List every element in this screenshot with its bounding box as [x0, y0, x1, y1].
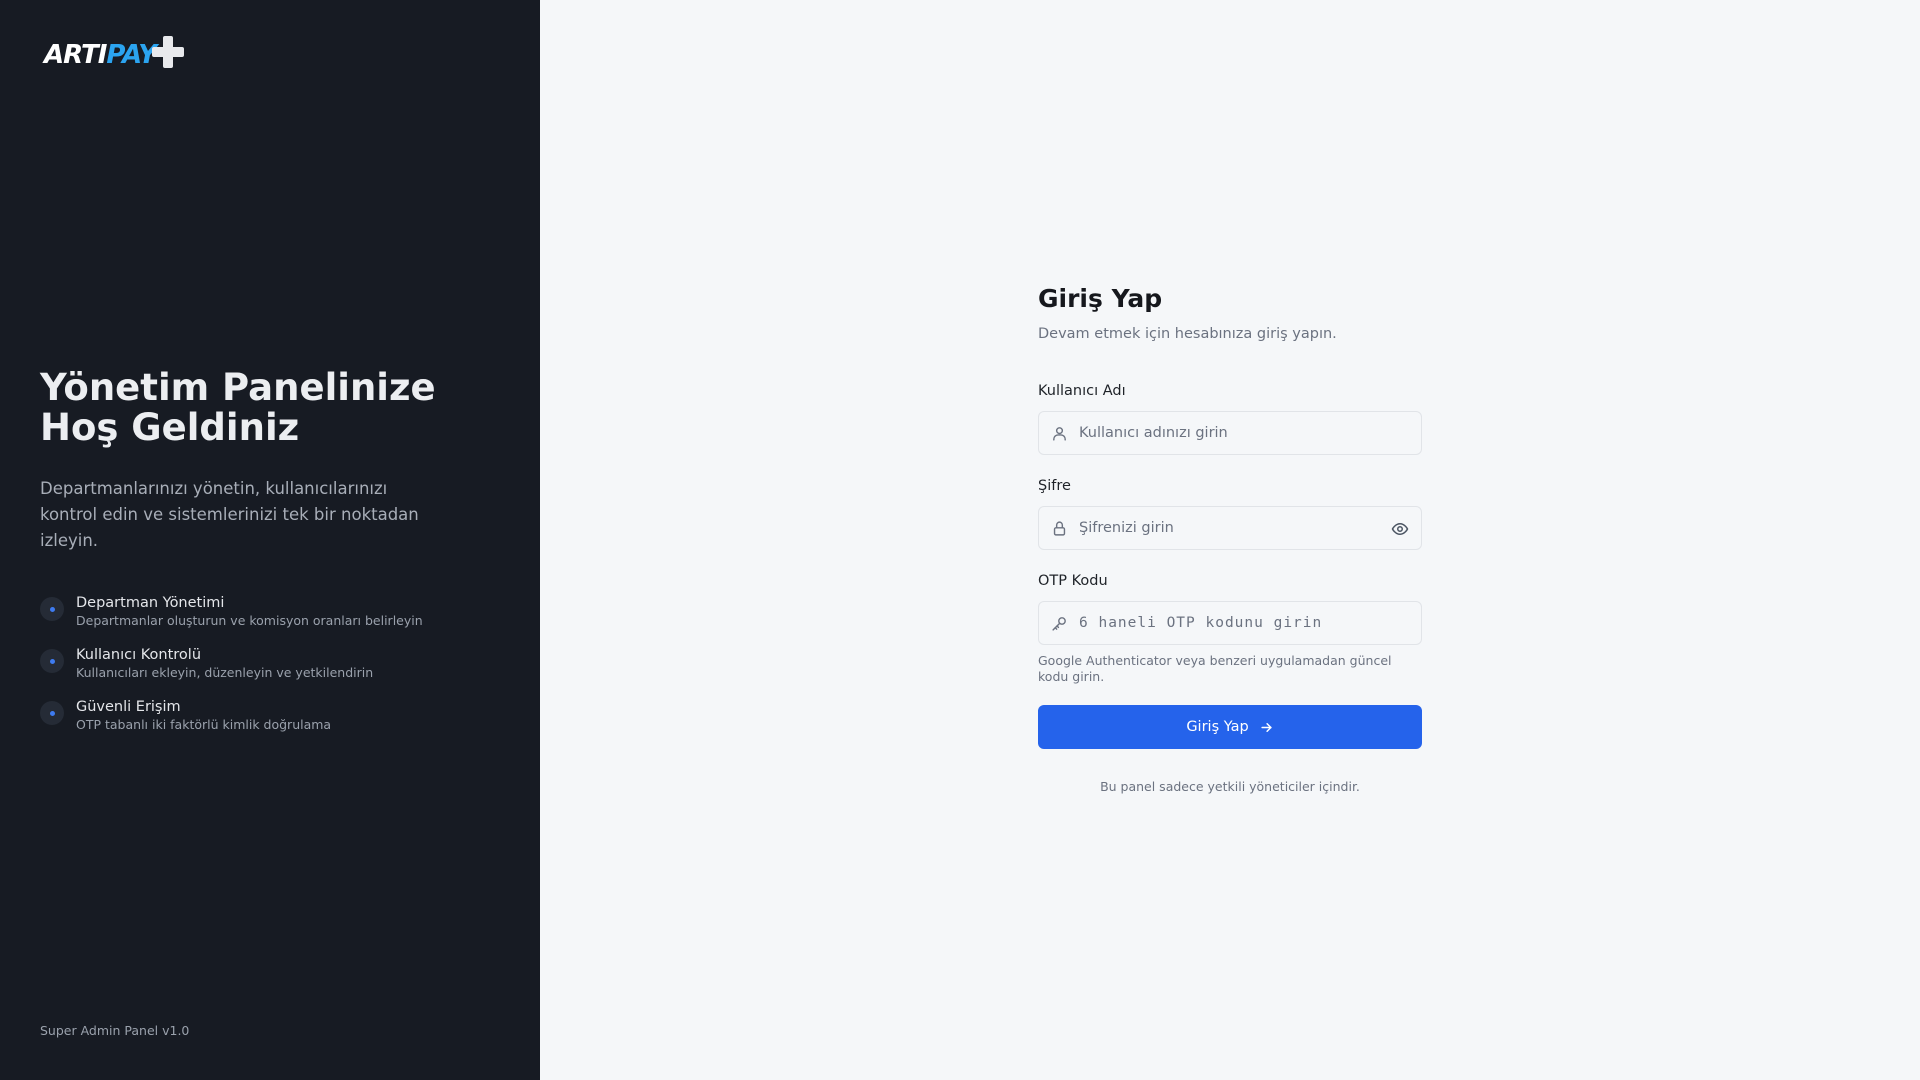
- artipay-logo: ARTIPAY: [44, 36, 185, 70]
- eye-icon[interactable]: [1391, 520, 1409, 538]
- welcome-title: Yönetim Panelinize Hoş Geldiniz: [40, 366, 436, 449]
- username-group: Kullanıcı Adı: [1038, 380, 1422, 455]
- login-form: Giriş Yap Devam etmek için hesabınıza gi…: [1038, 282, 1422, 794]
- password-field: [1038, 506, 1422, 550]
- login-button-label: Giriş Yap: [1186, 719, 1249, 735]
- login-subtitle: Devam etmek için hesabınıza giriş yapın.: [1038, 326, 1337, 342]
- otp-input[interactable]: [1039, 602, 1421, 644]
- logo-text-part1: ARTI: [44, 40, 107, 70]
- feature-title: Departman Yönetimi: [76, 595, 225, 611]
- otp-hint: Google Authenticator veya benzeri uygula…: [1038, 653, 1392, 684]
- username-field: [1038, 411, 1422, 455]
- otp-field: [1038, 601, 1422, 645]
- otp-label: OTP Kodu: [1038, 573, 1108, 589]
- arrow-right-icon: [1261, 722, 1272, 732]
- feature-list: Departman Yönetimi Departmanlar oluşturu…: [40, 594, 423, 750]
- feature-item: Departman Yönetimi Departmanlar oluşturu…: [40, 594, 423, 646]
- lock-icon: [1053, 521, 1066, 536]
- welcome-description: Departmanlarınızı yönetin, kullanıcıları…: [40, 479, 419, 550]
- login-button[interactable]: Giriş Yap: [1038, 705, 1422, 749]
- logo-text-part2: PAY: [106, 40, 157, 70]
- logo-plus-icon: [152, 36, 185, 68]
- sidebar-panel: ARTIPAY Yönetim Panelinize Hoş Geldiniz …: [0, 0, 540, 1080]
- username-label: Kullanıcı Adı: [1038, 383, 1126, 399]
- user-icon: [1053, 427, 1066, 441]
- feature-title: Kullanıcı Kontrolü: [76, 647, 202, 663]
- password-label: Şifre: [1038, 478, 1071, 494]
- feature-subtitle: Kullanıcıları ekleyin, düzenleyin ve yet…: [76, 665, 374, 680]
- version-label: Super Admin Panel v1.0: [40, 1023, 190, 1038]
- feature-title: Güvenli Erişim: [76, 699, 181, 715]
- password-group: Şifre: [1038, 475, 1422, 550]
- feature-subtitle: Departmanlar oluşturun ve komisyon oranl…: [76, 613, 423, 628]
- feature-item: Kullanıcı Kontrolü Kullanıcıları ekleyin…: [40, 646, 423, 698]
- login-title: Giriş Yap: [1038, 284, 1163, 313]
- logo-text: ARTIPAY: [44, 40, 157, 70]
- bullet-dot-icon: [40, 701, 64, 725]
- key-icon: [1052, 617, 1066, 631]
- bullet-dot-icon: [40, 597, 64, 621]
- feature-item: Güvenli Erişim OTP tabanlı iki faktörlü …: [40, 698, 423, 750]
- username-input[interactable]: [1039, 412, 1421, 454]
- otp-group: OTP Kodu Google Authenticator veya benze…: [1038, 570, 1422, 685]
- feature-subtitle: OTP tabanlı iki faktörlü kimlik doğrulam…: [76, 717, 332, 732]
- bullet-dot-icon: [40, 649, 64, 673]
- password-input[interactable]: [1039, 507, 1421, 549]
- authorized-note: Bu panel sadece yetkili yöneticiler için…: [1100, 779, 1360, 794]
